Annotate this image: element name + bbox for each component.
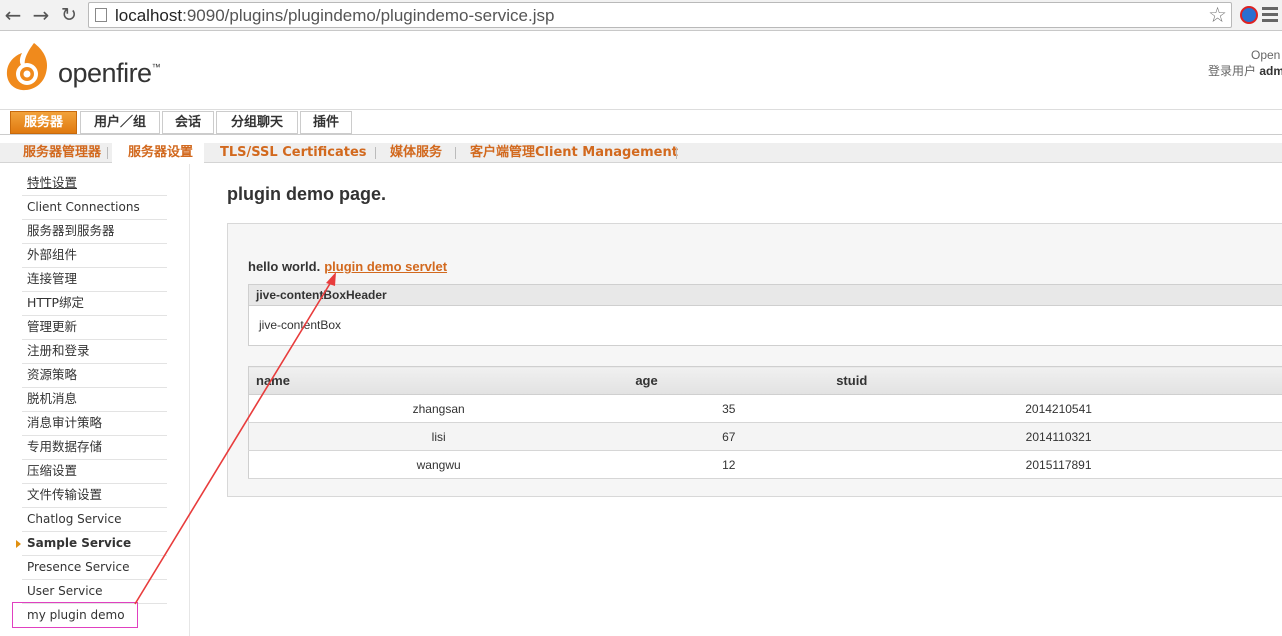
column-header-stuid: stuid [829, 366, 1282, 395]
logged-in-user: 登录用户 adm [1208, 64, 1282, 78]
page-title: plugin demo page. [227, 184, 387, 204]
plugin-demo-servlet-link[interactable]: plugin demo servlet [324, 259, 447, 274]
sidebar-item-my-plugin-demo[interactable]: my plugin demo [12, 602, 138, 628]
forward-icon[interactable]: → [30, 4, 52, 26]
extension-icon[interactable] [1240, 6, 1258, 24]
cell-stuid: 2014110321 [829, 422, 1282, 451]
subtab-separator [107, 147, 108, 159]
back-icon[interactable]: ← [2, 4, 24, 26]
app-header: openfire™ Open 登录用户 adm [0, 31, 1282, 109]
sidebar-item-http-binding[interactable]: HTTP绑定 [22, 292, 167, 316]
sidebar-item-features[interactable]: 特性设置 [22, 172, 167, 196]
subtab-media-services[interactable]: 媒体服务 [390, 143, 442, 163]
cell-name: lisi [248, 422, 629, 451]
sidebar-item-message-audit[interactable]: 消息审计策略 [22, 412, 167, 436]
subtab-server-settings[interactable]: 服务器设置 [112, 143, 204, 163]
subtab-server-manager[interactable]: 服务器管理器 [23, 143, 101, 163]
sidebar-item-presence-service[interactable]: Presence Service [22, 556, 167, 580]
reload-icon[interactable]: ↻ [58, 4, 80, 26]
cell-stuid: 2015117891 [829, 450, 1282, 479]
subtab-separator [676, 147, 677, 159]
sidebar-item-registration-login[interactable]: 注册和登录 [22, 340, 167, 364]
cell-stuid: 2014210541 [829, 394, 1282, 423]
sidebar-item-server-to-server[interactable]: 服务器到服务器 [22, 220, 167, 244]
content-box-header: jive-contentBoxHeader [248, 284, 1282, 306]
sidebar-item-sample-service[interactable]: Sample Service [22, 532, 167, 556]
menu-icon[interactable] [1262, 7, 1278, 23]
sidebar-item-update-manager[interactable]: 管理更新 [22, 316, 167, 340]
column-header-name: name [248, 366, 629, 395]
sidebar-item-client-connections[interactable]: Client Connections [22, 196, 167, 220]
tab-server[interactable]: 服务器 [10, 111, 77, 134]
header-product-name: Open [1251, 48, 1281, 62]
cell-name: wangwu [248, 450, 629, 479]
cell-age: 12 [628, 450, 830, 479]
table-header-row: name age stuid [248, 366, 1282, 395]
subtab-client-management[interactable]: 客户端管理Client Management [470, 143, 678, 163]
table-row: wangwu 12 2015117891 [248, 450, 1282, 479]
sidebar: 特性设置 Client Connections 服务器到服务器 外部组件 连接管… [0, 164, 190, 636]
cell-age: 35 [628, 394, 830, 423]
cell-name: zhangsan [248, 394, 629, 423]
table-row: zhangsan 35 2014210541 [248, 394, 1282, 423]
browser-toolbar: ← → ↻ localhost:9090/plugins/plugindemo/… [0, 0, 1282, 31]
data-table: name age stuid zhangsan 35 2014210541 li… [248, 366, 1282, 479]
tab-group-chat[interactable]: 分组聊天 [216, 111, 298, 134]
sidebar-item-resource-policy[interactable]: 资源策略 [22, 364, 167, 388]
logo-text: openfire™ [58, 58, 161, 88]
column-header-age: age [628, 366, 830, 395]
hello-text: hello world. plugin demo servlet [248, 259, 448, 274]
sidebar-item-file-transfer[interactable]: 文件传输设置 [22, 484, 167, 508]
subtab-separator [375, 147, 376, 159]
active-arrow-icon [16, 540, 21, 548]
content-box-body: jive-contentBox [248, 306, 1282, 346]
star-icon[interactable]: ☆ [1208, 3, 1227, 27]
sidebar-item-compression[interactable]: 压缩设置 [22, 460, 167, 484]
sub-tab-bar: 服务器管理器 服务器设置 TLS/SSL Certificates 媒体服务 客… [0, 143, 1282, 163]
subtab-tls-certificates[interactable]: TLS/SSL Certificates [220, 143, 367, 163]
openfire-logo-icon [6, 43, 48, 91]
sidebar-item-external-components[interactable]: 外部组件 [22, 244, 167, 268]
tab-plugins[interactable]: 插件 [300, 111, 352, 134]
sidebar-item-user-service[interactable]: User Service [22, 580, 167, 604]
sidebar-item-private-storage[interactable]: 专用数据存储 [22, 436, 167, 460]
page-icon [95, 8, 107, 22]
subtab-separator [455, 147, 456, 159]
cell-age: 67 [628, 422, 830, 451]
address-bar[interactable]: localhost:9090/plugins/plugindemo/plugin… [88, 2, 1232, 28]
table-row: lisi 67 2014110321 [248, 422, 1282, 451]
sidebar-item-connection-manager[interactable]: 连接管理 [22, 268, 167, 292]
tab-users-groups[interactable]: 用户／组 [80, 111, 160, 134]
sidebar-item-chatlog-service[interactable]: Chatlog Service [22, 508, 167, 532]
url-text[interactable]: localhost:9090/plugins/plugindemo/plugin… [115, 6, 554, 26]
sidebar-item-offline-messages[interactable]: 脱机消息 [22, 388, 167, 412]
main-tab-bar: 服务器 用户／组 会话 分组聊天 插件 [0, 109, 1282, 135]
tab-sessions[interactable]: 会话 [162, 111, 214, 134]
